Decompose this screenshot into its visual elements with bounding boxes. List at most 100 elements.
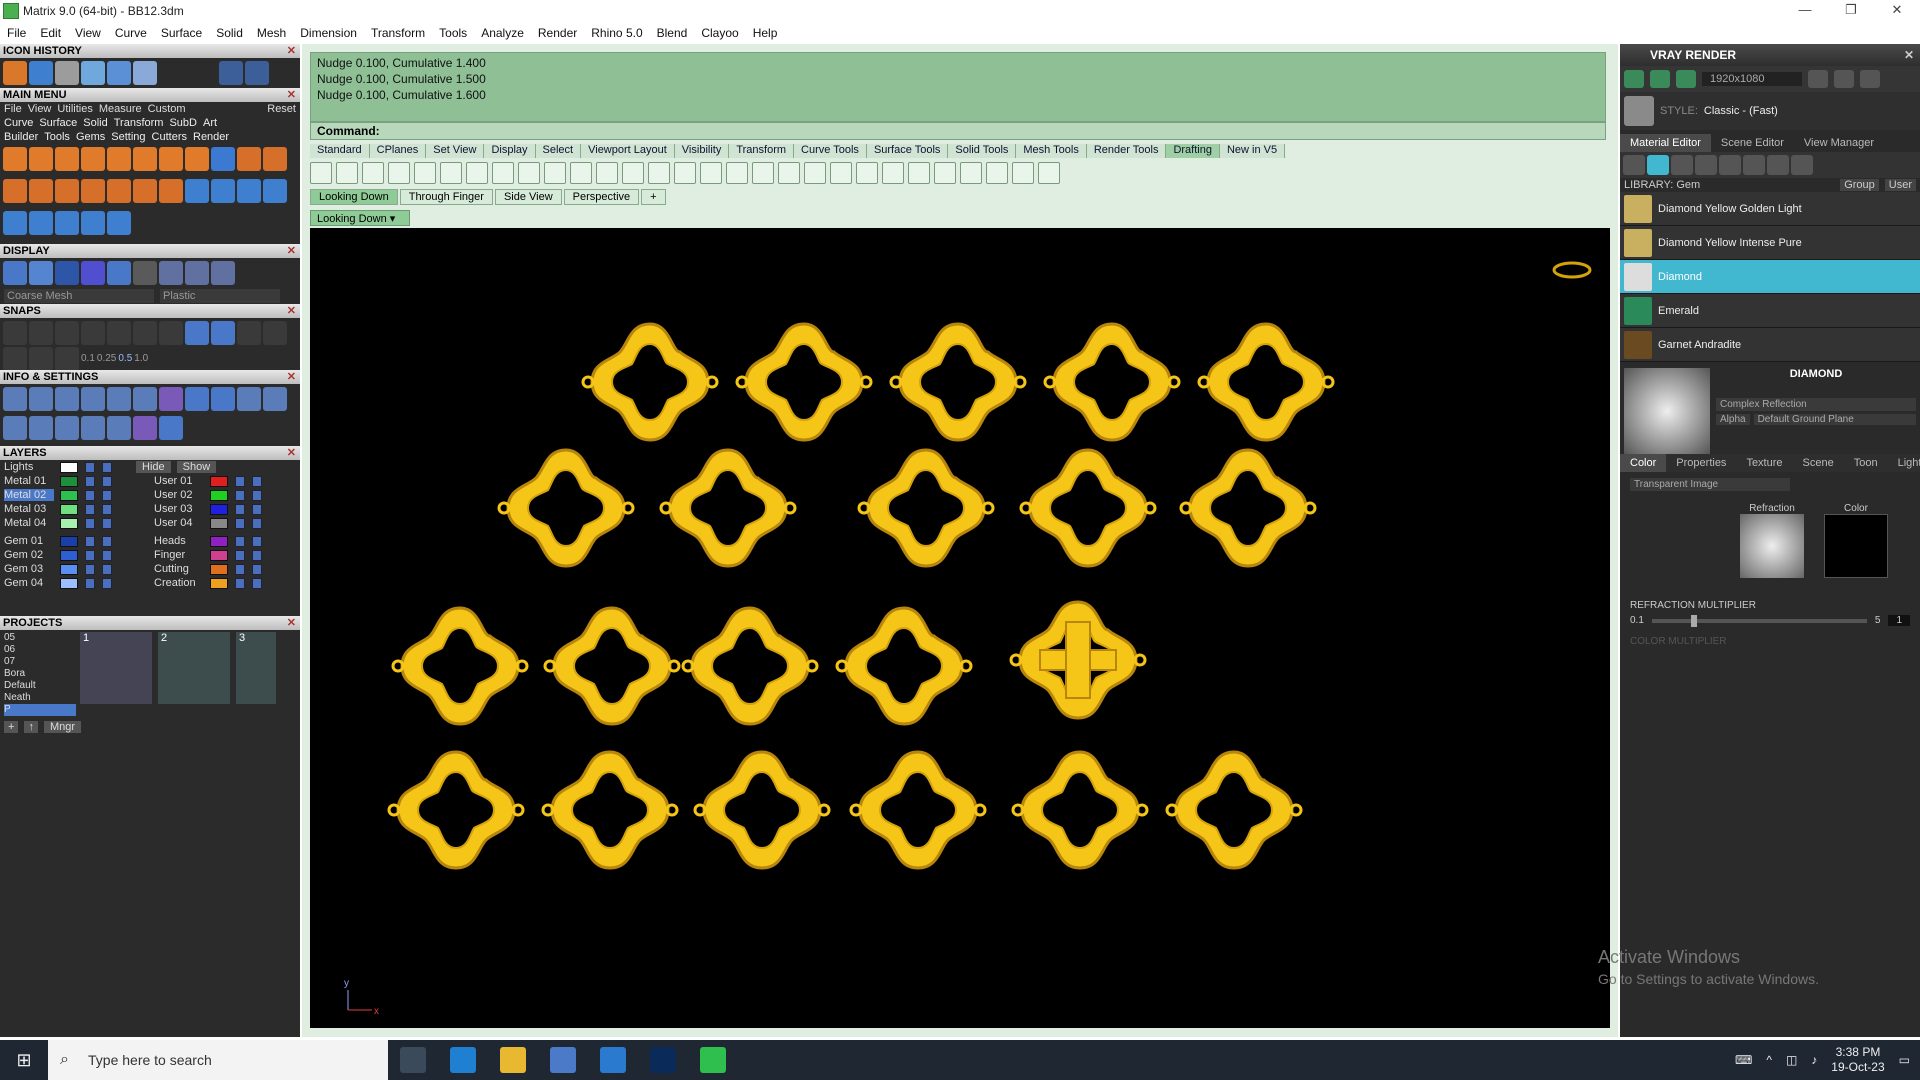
toggle-icon[interactable] (102, 549, 112, 561)
tool-icon[interactable] (211, 179, 235, 203)
library-item[interactable]: Diamond Yellow Golden Light (1620, 192, 1920, 226)
project-item[interactable]: 06 (4, 644, 76, 656)
layer-color[interactable] (210, 535, 228, 547)
sphere-icon[interactable] (986, 162, 1008, 184)
layer-row[interactable]: Metal 04 (0, 516, 150, 530)
close-icon[interactable]: ✕ (1904, 44, 1914, 66)
settings-icon[interactable] (211, 387, 235, 411)
toggle-icon[interactable] (235, 517, 245, 529)
tab-scene-editor[interactable]: Scene Editor (1711, 134, 1794, 152)
tool-icon[interactable] (185, 179, 209, 203)
snap-icon[interactable] (55, 321, 79, 345)
viewport-canvas[interactable]: y x (310, 228, 1610, 1028)
material-icon[interactable] (1791, 155, 1813, 175)
menu-analyze[interactable]: Analyze (474, 26, 531, 40)
reflection-select[interactable]: Complex Reflection (1716, 398, 1916, 411)
dimension-icon[interactable] (440, 162, 462, 184)
menu-help[interactable]: Help (746, 26, 785, 40)
close-icon[interactable]: ✕ (287, 370, 296, 384)
pendant-object[interactable] (835, 606, 973, 726)
close-icon[interactable]: ✕ (287, 616, 296, 630)
layer-color[interactable] (60, 535, 78, 547)
block-icon[interactable] (804, 162, 826, 184)
tool-icon[interactable] (55, 211, 79, 235)
pendant-object[interactable] (693, 750, 831, 870)
add-icon[interactable]: + (4, 721, 19, 733)
pendant-object[interactable] (581, 322, 719, 442)
menu-transform[interactable]: Transform (364, 26, 432, 40)
new-file-icon[interactable] (310, 162, 332, 184)
snap-icon[interactable] (159, 321, 183, 345)
layer-color[interactable] (210, 517, 228, 529)
toggle-icon[interactable] (235, 563, 245, 575)
snap-icon[interactable] (81, 321, 105, 345)
info-icon[interactable] (55, 387, 79, 411)
toggle-icon[interactable] (252, 475, 262, 487)
info-icon[interactable] (3, 387, 27, 411)
toggle-icon[interactable] (252, 577, 262, 589)
snap-value[interactable]: 0.25 (97, 347, 116, 371)
resolution-select[interactable]: 1920x1080 (1702, 72, 1802, 86)
layer-row[interactable]: Creation (150, 576, 300, 590)
text-icon[interactable] (882, 162, 904, 184)
cat-surface[interactable]: Surface (39, 117, 77, 129)
layer-name[interactable]: Metal 03 (4, 503, 54, 515)
menu-edit[interactable]: Edit (33, 26, 68, 40)
history-tool-icon[interactable] (133, 61, 157, 85)
taskbar-search[interactable]: ⌕ Type here to search (48, 1040, 388, 1080)
mm-file[interactable]: File (4, 103, 22, 115)
mm-utilities[interactable]: Utilities (57, 103, 92, 115)
info-icon[interactable] (107, 416, 131, 440)
snap-icon[interactable] (55, 347, 79, 371)
toggle-icon[interactable] (235, 503, 245, 515)
refraction-slider[interactable] (1651, 614, 1867, 627)
layer-name[interactable]: User 04 (154, 517, 204, 529)
chevron-up-icon[interactable]: ^ (1766, 1053, 1772, 1067)
info-icon[interactable] (81, 387, 105, 411)
tool-icon[interactable] (29, 211, 53, 235)
pendant-object[interactable] (681, 606, 819, 726)
cat-gems[interactable]: Gems (76, 131, 105, 143)
settings-icon[interactable] (159, 416, 183, 440)
menu-mesh[interactable]: Mesh (250, 26, 293, 40)
toggle-icon[interactable] (252, 563, 262, 575)
layer-name[interactable]: User 01 (154, 475, 204, 487)
subtab-toon[interactable]: Toon (1844, 454, 1888, 472)
snap-icon[interactable] (107, 321, 131, 345)
subtab-color[interactable]: Color (1620, 454, 1667, 472)
viewport-label[interactable]: Looking Down ▾ (310, 210, 410, 226)
tab-solid-tools[interactable]: Solid Tools (948, 144, 1017, 158)
toggle-icon[interactable] (102, 503, 112, 515)
material-icon[interactable] (1671, 155, 1693, 175)
history-tool-icon[interactable] (107, 61, 131, 85)
toggle-icon[interactable] (85, 461, 95, 473)
toggle-icon[interactable] (235, 577, 245, 589)
toggle-icon[interactable] (102, 577, 112, 589)
snap-icon[interactable] (3, 321, 27, 345)
project-item[interactable]: Default (4, 680, 76, 692)
cat-render[interactable]: Render (193, 131, 229, 143)
add-viewport-icon[interactable]: + (641, 189, 666, 205)
layer-row[interactable]: Gem 03 (0, 562, 150, 576)
pendant-object[interactable] (889, 322, 1027, 442)
layer-name[interactable]: Metal 01 (4, 475, 54, 487)
info-icon[interactable] (159, 387, 183, 411)
close-icon[interactable]: ✕ (287, 446, 296, 460)
tool-icon[interactable] (81, 147, 105, 171)
edge-icon[interactable] (450, 1047, 476, 1073)
layer-color[interactable] (210, 549, 228, 561)
library-item-selected[interactable]: Diamond (1620, 260, 1920, 294)
cat-cutters[interactable]: Cutters (152, 131, 187, 143)
display-icon[interactable] (185, 261, 209, 285)
menu-dimension[interactable]: Dimension (293, 26, 364, 40)
layer-color[interactable] (210, 475, 228, 487)
project-item[interactable]: P (4, 704, 76, 716)
tool-icon[interactable] (107, 211, 131, 235)
color-swatch[interactable] (1824, 514, 1888, 578)
library-item[interactable]: Garnet Andradite (1620, 328, 1920, 362)
page-icon[interactable] (362, 162, 384, 184)
show-button[interactable]: Show (176, 461, 217, 473)
layer-name[interactable]: User 02 (154, 489, 204, 501)
dimension-icon[interactable] (466, 162, 488, 184)
pendant-object[interactable] (857, 448, 995, 568)
